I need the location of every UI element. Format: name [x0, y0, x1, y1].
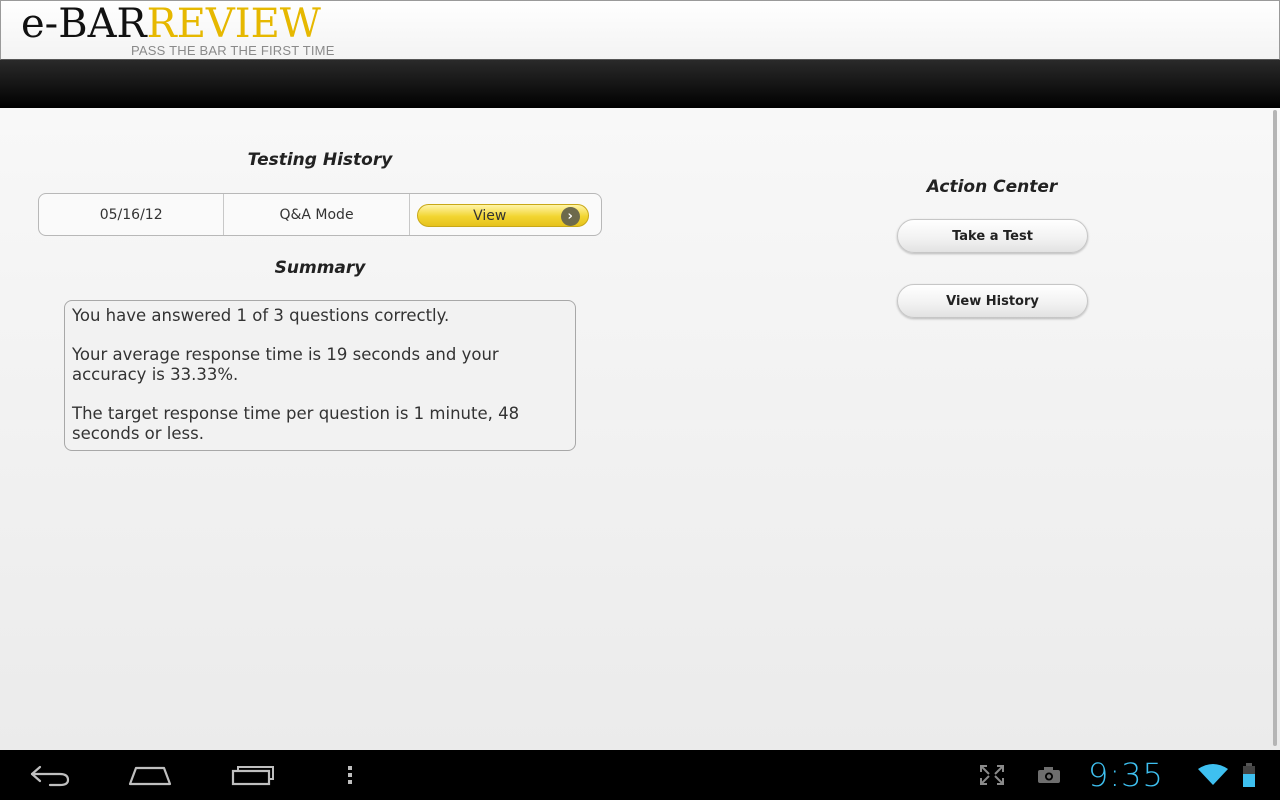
- logo-ebar: e-BAR: [21, 1, 147, 47]
- menu-icon[interactable]: [340, 750, 360, 800]
- home-icon[interactable]: [124, 750, 176, 800]
- wifi-icon: [1196, 750, 1230, 800]
- app-logo: e-BARREVIEW PASS THE BAR THE FIRST TIME: [21, 1, 334, 59]
- fullscreen-icon[interactable]: [976, 750, 1008, 800]
- logo-tagline: PASS THE BAR THE FIRST TIME: [131, 43, 335, 58]
- action-center-title: Action Center: [926, 177, 1058, 197]
- summary-title: Summary: [274, 258, 366, 278]
- scrollbar[interactable]: [1273, 110, 1277, 746]
- logo-review: REVIEW: [146, 1, 321, 47]
- history-mode: Q&A Mode: [224, 194, 410, 235]
- summary-target-text: The target response time per question is…: [72, 404, 520, 443]
- back-icon[interactable]: [26, 750, 74, 800]
- app-header: e-BARREVIEW PASS THE BAR THE FIRST TIME: [0, 0, 1280, 60]
- summary-correct-text: You have answered 1 of 3 questions corre…: [72, 306, 450, 325]
- take-test-button[interactable]: Take a Test: [897, 219, 1088, 253]
- recent-apps-icon[interactable]: [226, 750, 278, 800]
- status-clock: 9:35: [1088, 756, 1164, 794]
- summary-box: You have answered 1 of 3 questions corre…: [64, 300, 576, 451]
- testing-history-title: Testing History: [247, 150, 393, 170]
- history-date: 05/16/12: [39, 194, 225, 235]
- summary-response-text: Your average response time is 19 seconds…: [72, 345, 499, 384]
- history-action-cell: View ›: [410, 194, 601, 235]
- history-row: 05/16/12 Q&A Mode View ›: [38, 193, 602, 236]
- view-history-button[interactable]: View History: [897, 284, 1088, 318]
- camera-icon: [1034, 750, 1064, 800]
- top-action-bar: [0, 60, 1280, 108]
- view-button[interactable]: View ›: [416, 204, 589, 227]
- chevron-right-icon: ›: [560, 207, 580, 226]
- battery-icon: [1238, 750, 1260, 800]
